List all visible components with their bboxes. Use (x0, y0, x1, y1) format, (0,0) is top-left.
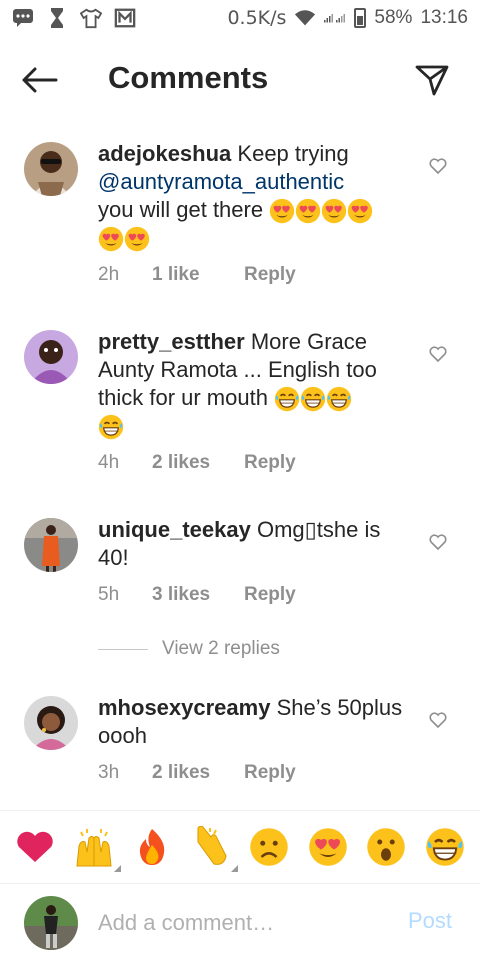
comment-message-cont: you will get there (98, 197, 264, 222)
mail-icon (114, 7, 136, 29)
surprised-face-icon (367, 828, 405, 866)
avatar[interactable] (24, 142, 78, 196)
raising-hands-emoji-button[interactable] (71, 824, 121, 872)
avatar[interactable] (24, 518, 78, 572)
comment-meta: 4h 2 likes Reply (98, 452, 296, 474)
grin-sweat-emoji (98, 414, 124, 440)
comment-likes[interactable]: 3 likes (152, 584, 244, 606)
view-replies-label: View 2 replies (162, 638, 280, 659)
avatar[interactable] (24, 696, 78, 750)
status-bar: 0.5K/s 58% 13:16 (0, 0, 480, 36)
chat-icon (12, 7, 34, 29)
view-replies-line (98, 648, 148, 650)
header: Comments (0, 50, 480, 110)
grin-sweat-icon (425, 827, 465, 867)
grin-sweat-emoji (326, 386, 352, 412)
clock: 13:16 (420, 7, 468, 28)
post-button[interactable]: Post (408, 908, 452, 934)
sad-face-emoji-button[interactable] (246, 824, 292, 870)
comment-text: adejokeshua Keep trying @auntyramota_aut… (98, 140, 410, 252)
like-heart-icon[interactable] (428, 532, 448, 552)
comment-time: 5h (98, 584, 120, 605)
heart-eyes-emoji (98, 226, 124, 252)
comment-text: unique_teekay Omg▯tshe is 40! (98, 516, 410, 572)
comment-text: pretty_estther More Grace Aunty Ramota .… (98, 328, 410, 440)
comment-time: 4h (98, 452, 120, 473)
heart-eyes-emoji (295, 198, 321, 224)
emoji-reaction-bar (0, 810, 480, 884)
clapping-hands-icon (197, 826, 227, 865)
avatar[interactable] (24, 330, 78, 384)
sad-face-icon (250, 828, 288, 866)
comment-username[interactable]: pretty_estther (98, 329, 245, 354)
reply-button[interactable]: Reply (244, 584, 296, 606)
comment-likes[interactable]: 1 like (152, 264, 244, 286)
comment-message: Keep trying (237, 141, 349, 166)
paper-plane-icon (415, 65, 449, 96)
comment-meta: 3h 2 likes Reply (98, 762, 296, 784)
reply-button[interactable]: Reply (244, 452, 296, 474)
comment-time: 2h (98, 264, 120, 285)
comment-username[interactable]: unique_teekay (98, 517, 251, 542)
heart-eyes-icon (308, 827, 348, 867)
mention-link[interactable]: @auntyramota_authentic (98, 169, 344, 194)
comment-username[interactable]: adejokeshua (98, 141, 231, 166)
comment-meta: 5h 3 likes Reply (98, 584, 296, 606)
red-heart-icon (17, 831, 53, 862)
grin-sweat-emoji (274, 386, 300, 412)
signal-icon (324, 7, 346, 29)
comment-meta: 2h 1 like Reply (98, 264, 296, 286)
arrow-left-icon (22, 67, 58, 93)
like-heart-icon[interactable] (428, 710, 448, 730)
network-speed: 0.5K/s (227, 7, 287, 29)
battery-icon (354, 8, 367, 28)
heart-eyes-emoji (269, 198, 295, 224)
red-heart-emoji-button[interactable] (12, 824, 58, 870)
tshirt-icon (80, 7, 102, 29)
comment-text: mhosexycreamy She’s 50plus oooh (98, 694, 410, 750)
comment-input[interactable] (98, 904, 388, 942)
fire-icon (140, 829, 165, 865)
like-heart-icon[interactable] (428, 344, 448, 364)
my-avatar (24, 896, 78, 950)
comment-composer: Post (0, 884, 480, 960)
surprised-face-emoji-button[interactable] (363, 824, 409, 870)
raising-hands-icon (76, 829, 112, 867)
heart-eyes-emoji (321, 198, 347, 224)
comment-likes[interactable]: 2 likes (152, 762, 244, 784)
wifi-icon (294, 7, 316, 29)
grin-sweat-emoji (300, 386, 326, 412)
reply-button[interactable]: Reply (244, 762, 296, 784)
comment-username[interactable]: mhosexycreamy (98, 695, 270, 720)
grin-sweat-emoji-button[interactable] (422, 824, 468, 870)
hourglass-icon (46, 7, 68, 29)
view-replies-button[interactable]: View 2 replies (98, 638, 280, 660)
heart-eyes-emoji (347, 198, 373, 224)
reply-button[interactable]: Reply (244, 264, 296, 286)
fire-emoji-button[interactable] (129, 824, 175, 870)
page-title: Comments (108, 60, 269, 95)
heart-eyes-emoji (124, 226, 150, 252)
skin-tone-indicator (113, 865, 121, 872)
like-heart-icon[interactable] (428, 156, 448, 176)
comment-likes[interactable]: 2 likes (152, 452, 244, 474)
heart-eyes-emoji-button[interactable] (305, 824, 351, 870)
skin-tone-indicator (230, 865, 238, 872)
comment-time: 3h (98, 762, 120, 783)
back-button[interactable] (20, 62, 60, 98)
direct-message-button[interactable] (410, 60, 454, 100)
clapping-hands-emoji-button[interactable] (188, 824, 238, 872)
battery-level: 58% (374, 7, 413, 28)
